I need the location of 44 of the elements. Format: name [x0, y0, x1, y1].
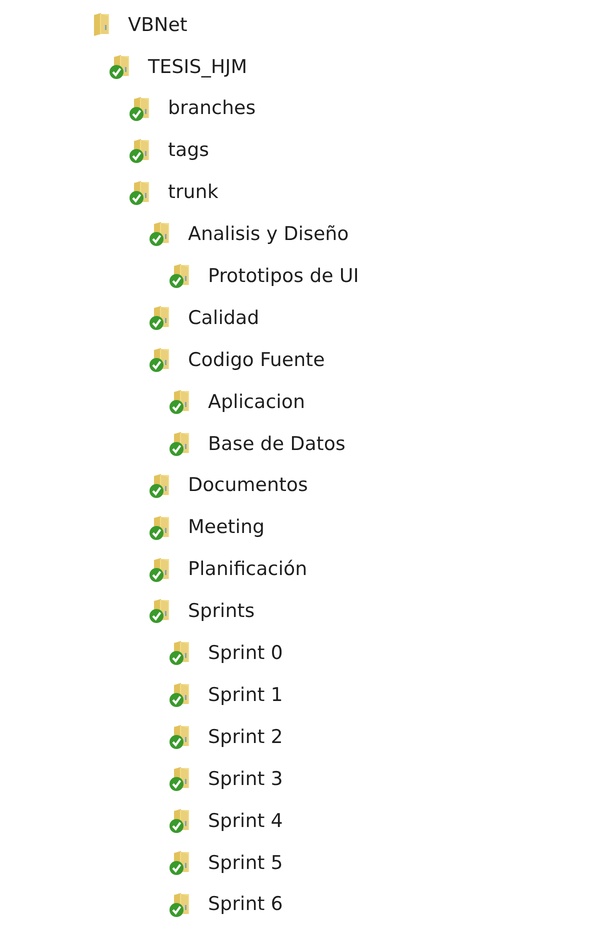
folder-name: Analisis y Diseño — [188, 222, 349, 248]
tree-item[interactable]: VBNet — [0, 4, 609, 46]
tree-item[interactable]: Sprint 4 — [0, 800, 609, 842]
folder-name: Sprint 3 — [208, 766, 283, 792]
folder-name: Sprint 0 — [208, 641, 283, 666]
tree-item[interactable]: branches — [0, 88, 609, 130]
tree-item[interactable]: Meeting — [0, 506, 609, 549]
folder-name: Sprint 5 — [208, 850, 283, 876]
tree-item[interactable]: Calidad — [0, 297, 609, 340]
tree-item[interactable]: Documentos — [0, 464, 609, 507]
tree-item[interactable]: Prototipos de UI — [0, 255, 609, 298]
folder-name: Sprints — [188, 599, 255, 624]
folder-name: tags — [168, 138, 210, 164]
tree-item[interactable]: Sprint 1 — [0, 674, 609, 716]
folder-name: TESIS_HJM — [148, 54, 248, 80]
folder-name: branches — [168, 96, 256, 122]
folder-name: Prototipos de UI — [208, 264, 359, 290]
folder-name: Sprint 4 — [208, 808, 283, 834]
folder-name: Planificación — [188, 557, 308, 582]
tree-item[interactable]: Sprint 2 — [0, 716, 609, 758]
folder-name: Meeting — [188, 515, 265, 540]
folder-name: Sprint 6 — [208, 892, 283, 918]
folder-name: Calidad — [188, 306, 260, 331]
tree-item[interactable]: Planificación — [0, 548, 609, 590]
tree-item[interactable]: Base de Datos — [0, 422, 609, 465]
tree-item[interactable]: Sprint 5 — [0, 842, 609, 884]
folder-name: VBNet — [128, 12, 188, 38]
tree-item[interactable]: Analisis y Diseño — [0, 213, 609, 256]
tree-item[interactable]: Sprint 3 — [0, 758, 609, 800]
tree-item[interactable]: trunk — [0, 172, 609, 214]
folder-name: Aplicacion — [208, 390, 306, 415]
tree-item[interactable]: Sprint 0 — [0, 632, 609, 674]
tree-item[interactable]: Sprint 6 — [0, 884, 609, 926]
folder-name: Sprint 1 — [208, 682, 283, 708]
folder-name: Documentos — [188, 473, 308, 498]
folder-name: trunk — [168, 180, 218, 206]
tree-item[interactable]: Codigo Fuente — [0, 339, 609, 382]
tree-item[interactable]: TESIS_HJM — [0, 46, 609, 88]
folder-name: Codigo Fuente — [188, 348, 325, 373]
tree-item[interactable]: tags — [0, 130, 609, 172]
folder-name: Sprint 2 — [208, 724, 283, 750]
folder-name: Base de Datos — [208, 432, 346, 457]
tree-item[interactable]: Sprints — [0, 590, 609, 632]
tree-item[interactable]: Aplicacion — [0, 381, 609, 423]
